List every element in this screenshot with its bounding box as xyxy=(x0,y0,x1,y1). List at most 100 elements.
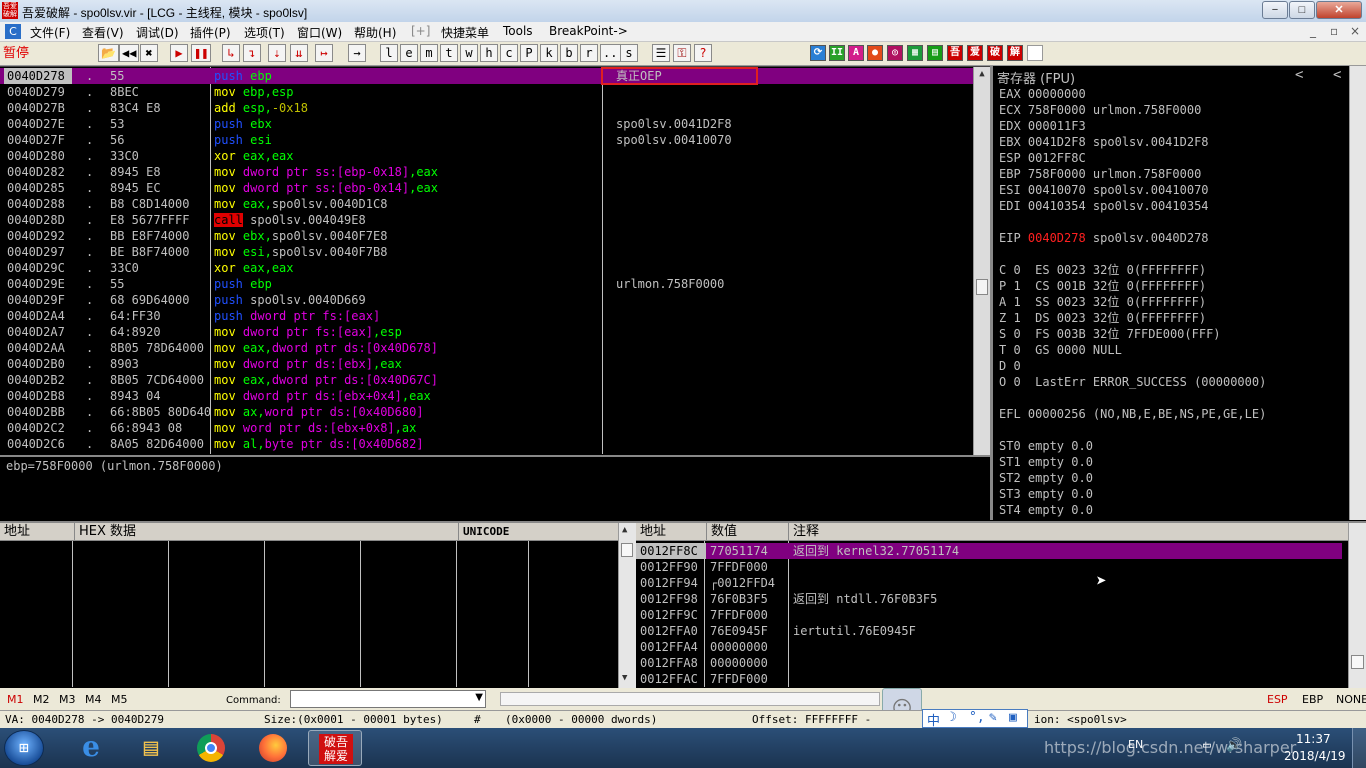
plugin-jie-icon[interactable]: 解 xyxy=(1007,45,1023,61)
close-file-icon[interactable]: ✖ xyxy=(140,44,158,62)
disasm-row[interactable]: 0040D27F. 56 push esi spo0lsv.00410070 xyxy=(0,132,973,148)
menu-debug[interactable]: 调试(D) xyxy=(136,24,179,41)
menu-tools[interactable]: Tools xyxy=(503,24,533,38)
registers-next-button[interactable]: < xyxy=(1333,67,1341,83)
trace-over-icon[interactable]: ⇊ xyxy=(290,44,308,62)
disassembly-pane[interactable]: 0040D278. 55 push ebp 真正OEP 0040D279. 8BEC mov… xyxy=(0,66,990,455)
disasm-row[interactable]: 0040D29C. 33C0 xor eax,eax xyxy=(0,260,973,276)
registers-prev-button[interactable]: < xyxy=(1295,67,1303,83)
ie-taskbar-icon[interactable]: e xyxy=(64,730,118,766)
register-line[interactable]: D 0 xyxy=(999,358,1339,374)
disasm-row[interactable]: 0040D27B. 83C4 E8 add esp,-0x18 xyxy=(0,100,973,116)
m2-button[interactable]: M2 xyxy=(33,693,50,706)
clock-time[interactable]: 11:37 xyxy=(1296,732,1331,746)
disasm-row[interactable]: 0040D279. 8BEC mov ebp,esp xyxy=(0,84,973,100)
disasm-row[interactable]: 0040D288. B8 C8D14000 mov eax,spo0lsv.0040… xyxy=(0,196,973,212)
command-input[interactable]: ▼ xyxy=(290,690,486,708)
explorer-taskbar-icon[interactable]: ▤ xyxy=(124,730,178,766)
show-desktop-button[interactable] xyxy=(1352,728,1366,768)
disasm-row[interactable]: 0040D2A7. 64:8920 mov dword ptr fs:[eax],e… xyxy=(0,324,973,340)
step-into-icon[interactable]: ↳ xyxy=(222,44,240,62)
child-window-icon[interactable]: C xyxy=(5,24,21,39)
close-button[interactable]: ✕ xyxy=(1316,1,1362,19)
register-line[interactable]: ST3 empty 0.0 xyxy=(999,486,1339,502)
menu-plus[interactable]: [+] xyxy=(411,24,430,38)
step-over-icon[interactable]: ↴ xyxy=(243,44,261,62)
tb-handles[interactable]: h xyxy=(480,44,498,62)
tb-cpu[interactable]: c xyxy=(500,44,518,62)
tb-callstack[interactable]: k xyxy=(540,44,558,62)
network-icon[interactable]: ▭ xyxy=(1203,738,1211,753)
register-line[interactable] xyxy=(999,214,1339,230)
stack-row[interactable]: 0012FF8C 77051174 返回到 kernel32.77051174 xyxy=(636,543,1342,559)
menu-view[interactable]: 查看(V) xyxy=(82,24,124,41)
options-icon[interactable]: ⚿ xyxy=(673,44,691,62)
plugin-circle-icon[interactable]: ● xyxy=(867,45,883,61)
menu-plugins[interactable]: 插件(P) xyxy=(190,24,231,41)
disasm-row[interactable]: 0040D29E. 55 push ebp urlmon.758F0000 xyxy=(0,276,973,292)
menu-options[interactable]: 选项(T) xyxy=(244,24,285,41)
tb-breakpoints[interactable]: b xyxy=(560,44,578,62)
ime-chinese-icon[interactable]: 中 xyxy=(927,710,940,729)
register-line[interactable]: EAX 00000000 xyxy=(999,86,1339,102)
disasm-row[interactable]: 0040D282. 8945 E8 mov dword ptr ss:[ebp-0x… xyxy=(0,164,973,180)
m5-button[interactable]: M5 xyxy=(111,693,128,706)
ime-settings-icon[interactable]: ✎ xyxy=(989,710,997,725)
plugin-target-icon[interactable]: ◎ xyxy=(887,45,903,61)
menu-file[interactable]: 文件(F) xyxy=(30,24,70,41)
tb-patches[interactable]: P xyxy=(520,44,538,62)
stack-row[interactable]: 0012FF9C 7FFDF000 xyxy=(636,607,1342,623)
dump-col-hex[interactable]: HEX 数据 xyxy=(74,523,136,541)
disasm-row[interactable]: 0040D278. 55 push ebp 真正OEP xyxy=(0,68,973,84)
disasm-row[interactable]: 0040D29F. 68 69D64000 push spo0lsv.0040D66… xyxy=(0,292,973,308)
disasm-row[interactable]: 0040D27E. 53 push ebx spo0lsv.0041D2F8 xyxy=(0,116,973,132)
register-line[interactable]: C 0 ES 0023 32位 0(FFFFFFFF) xyxy=(999,262,1339,278)
stack-row[interactable]: 0012FFAC 7FFDF000 xyxy=(636,671,1342,687)
register-line[interactable]: EBP 758F0000 urlmon.758F0000 xyxy=(999,166,1339,182)
disasm-row[interactable]: 0040D2BB. 66:8B05 80D64000 mov ax,word ptr… xyxy=(0,404,973,420)
plugin-wu-icon[interactable]: 吾 xyxy=(947,45,963,61)
register-line[interactable]: EBX 0041D2F8 spo0lsv.0041D2F8 xyxy=(999,134,1339,150)
stack-row[interactable]: 0012FFA4 00000000 xyxy=(636,639,1342,655)
stack-col-address[interactable]: 地址 xyxy=(636,523,666,541)
maximize-button[interactable]: □ xyxy=(1289,1,1315,19)
disasm-row[interactable]: 0040D2B8. 8943 04 mov dword ptr ds:[ebx+0x… xyxy=(0,388,973,404)
disasm-row[interactable]: 0040D285. 8945 EC mov dword ptr ss:[ebp-0x… xyxy=(0,180,973,196)
stack-row[interactable]: 0012FFA0 76E0945F iertutil.76E0945F xyxy=(636,623,1342,639)
dump-pane[interactable]: 地址 HEX 数据 UNICODE xyxy=(0,521,618,687)
ollydbg-taskbar-button[interactable]: 破吾解爱 xyxy=(308,730,362,766)
tb-references[interactable]: r xyxy=(580,44,598,62)
m3-button[interactable]: M3 xyxy=(59,693,76,706)
goto-icon[interactable]: → xyxy=(348,44,366,62)
register-line[interactable]: EDI 00410354 spo0lsv.00410354 xyxy=(999,198,1339,214)
disasm-row[interactable]: 0040D28D. E8 5677FFFF call spo0lsv.004049E… xyxy=(0,212,973,228)
ime-halfwidth-icon[interactable]: ☽ xyxy=(949,710,957,725)
trace-into-icon[interactable]: ⇣ xyxy=(268,44,286,62)
plugin-ii-icon[interactable]: II xyxy=(829,45,845,61)
mdi-close-button[interactable]: × xyxy=(1350,24,1360,38)
register-line[interactable]: A 1 SS 0023 32位 0(FFFFFFFF) xyxy=(999,294,1339,310)
disasm-row[interactable]: 0040D2A4. 64:FF30 push dword ptr fs:[eax] xyxy=(0,308,973,324)
mdi-minimize-button[interactable]: _ xyxy=(1310,24,1316,38)
tb-windows[interactable]: w xyxy=(460,44,478,62)
plugin-po-icon[interactable]: 破 xyxy=(987,45,1003,61)
command-dropdown-icon[interactable]: ▼ xyxy=(475,692,483,703)
ebp-button[interactable]: EBP xyxy=(1302,693,1323,706)
plugin-table-icon[interactable]: ▤ xyxy=(927,45,943,61)
register-line[interactable]: ST0 empty 0.0 xyxy=(999,438,1339,454)
start-button-icon[interactable]: ⊞ xyxy=(4,730,44,766)
minimize-button[interactable]: − xyxy=(1262,1,1288,19)
register-line[interactable]: ST4 empty 0.0 xyxy=(999,502,1339,518)
menu-help[interactable]: 帮助(H) xyxy=(354,24,396,41)
plugin-grid-icon[interactable]: ▦ xyxy=(907,45,923,61)
ime-punct-icon[interactable]: °, xyxy=(969,710,985,725)
plugin-a-icon[interactable]: A xyxy=(848,45,864,61)
stack-row[interactable]: 0012FFA8 00000000 xyxy=(636,655,1342,671)
register-line[interactable]: Z 1 DS 0023 32位 0(FFFFFFFF) xyxy=(999,310,1339,326)
m1-button[interactable]: M1 xyxy=(7,693,24,706)
register-line[interactable] xyxy=(999,422,1339,438)
ime-toolbar[interactable]: 中 ☽ °, ✎ ▣ xyxy=(922,709,1028,729)
menu-breakpoint[interactable]: BreakPoint-> xyxy=(549,24,628,38)
register-line[interactable]: EFL 00000256 (NO,NB,E,BE,NS,PE,GE,LE) xyxy=(999,406,1339,422)
pause-icon[interactable]: ❚❚ xyxy=(191,44,212,62)
